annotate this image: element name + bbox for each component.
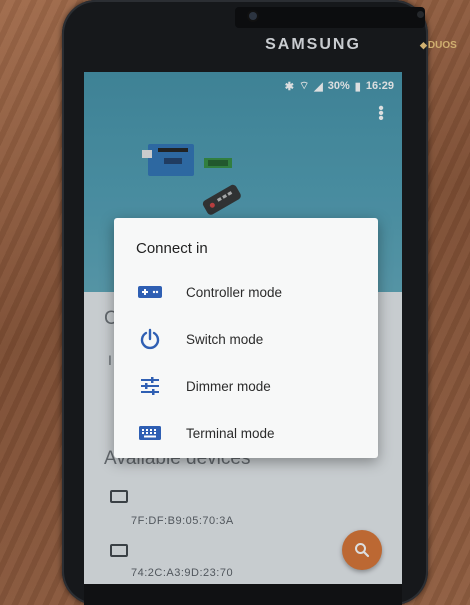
option-controller-mode[interactable]: Controller mode	[136, 272, 366, 312]
power-icon	[136, 325, 164, 353]
front-camera	[249, 12, 257, 20]
dialog-title: Connect in	[136, 240, 208, 257]
option-label: Terminal mode	[186, 425, 275, 441]
proximity-sensor	[417, 11, 424, 18]
duos-logo: ◆DUOS	[420, 40, 457, 51]
option-switch-mode[interactable]: Switch mode	[136, 319, 366, 359]
brand-logo: SAMSUNG	[265, 36, 361, 53]
connect-mode-dialog: Connect in Controller mode Switch mode D…	[114, 218, 378, 458]
option-label: Controller mode	[186, 284, 283, 300]
phone-screen: ✱ ⌔ ◢ 30% ▮ 16:29 • • • C I Available de…	[84, 72, 402, 584]
option-label: Dimmer mode	[186, 378, 271, 394]
bottom-bezel	[84, 584, 402, 605]
duos-icon: ◆	[420, 40, 427, 50]
option-dimmer-mode[interactable]: Dimmer mode	[136, 366, 366, 406]
gamepad-icon	[136, 278, 164, 306]
keyboard-icon	[136, 419, 164, 447]
option-label: Switch mode	[186, 331, 264, 347]
earpiece	[235, 7, 425, 28]
option-terminal-mode[interactable]: Terminal mode	[136, 413, 366, 453]
sliders-icon	[136, 372, 164, 400]
